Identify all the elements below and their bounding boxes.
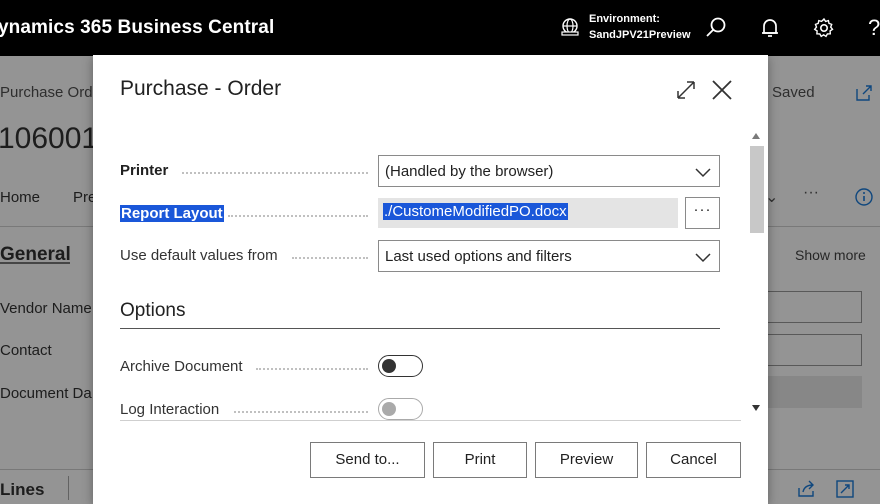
use-default-value: Last used options and filters bbox=[385, 248, 572, 265]
environment-name: SandJPV21Preview bbox=[589, 29, 691, 41]
scroll-thumb[interactable] bbox=[750, 146, 764, 233]
environment-icon bbox=[561, 18, 579, 36]
printer-select[interactable]: (Handled by the browser) bbox=[378, 155, 720, 187]
cancel-button[interactable]: Cancel bbox=[646, 442, 741, 478]
report-layout-assist-button[interactable]: ··· bbox=[685, 197, 720, 229]
scroll-up-icon[interactable] bbox=[752, 133, 760, 139]
purchase-order-dialog: Purchase - Order Printer (Handled by the… bbox=[93, 55, 768, 504]
send-to-button[interactable]: Send to... bbox=[310, 442, 425, 478]
log-interaction-label: Log Interaction bbox=[120, 401, 220, 418]
use-default-select[interactable]: Last used options and filters bbox=[378, 240, 720, 272]
chevron-down-icon bbox=[695, 253, 711, 263]
close-icon[interactable] bbox=[710, 78, 734, 102]
app-brand-title[interactable]: ynamics 365 Business Central bbox=[0, 17, 274, 39]
bell-icon[interactable] bbox=[758, 16, 782, 40]
gear-icon[interactable] bbox=[812, 16, 836, 40]
label-leader bbox=[234, 411, 368, 413]
report-layout-value: ./CustomeModifiedPO.docx bbox=[383, 203, 568, 220]
label-leader bbox=[228, 215, 368, 217]
toggle-knob bbox=[382, 359, 396, 373]
scroll-down-icon[interactable] bbox=[752, 405, 760, 411]
archive-document-toggle[interactable] bbox=[378, 355, 423, 377]
dialog-scrollbar[interactable] bbox=[748, 128, 765, 418]
dialog-title: Purchase - Order bbox=[120, 77, 282, 100]
footer-divider bbox=[120, 420, 741, 421]
printer-label: Printer bbox=[120, 162, 169, 179]
report-layout-field[interactable]: ./CustomeModifiedPO.docx bbox=[378, 198, 678, 228]
app-bar: ynamics 365 Business Central Environment… bbox=[0, 0, 880, 56]
expand-dialog-icon[interactable] bbox=[675, 79, 697, 101]
chevron-down-icon bbox=[695, 168, 711, 178]
use-default-row: Use default values from Last used option… bbox=[120, 240, 720, 272]
print-button[interactable]: Print bbox=[433, 442, 527, 478]
label-leader bbox=[292, 257, 368, 259]
toggle-knob bbox=[382, 402, 396, 416]
archive-document-row: Archive Document bbox=[120, 351, 720, 383]
options-heading[interactable]: Options bbox=[120, 300, 720, 322]
preview-button[interactable]: Preview bbox=[535, 442, 638, 478]
archive-document-label: Archive Document bbox=[120, 358, 243, 375]
log-interaction-row: Log Interaction bbox=[120, 394, 720, 426]
environment-indicator[interactable]: Environment: SandJPV21Preview bbox=[560, 11, 691, 43]
printer-row: Printer (Handled by the browser) bbox=[120, 155, 720, 187]
use-default-label: Use default values from bbox=[120, 247, 278, 264]
options-section: Options bbox=[120, 300, 720, 329]
environment-label: Environment: bbox=[589, 13, 660, 25]
printer-value: (Handled by the browser) bbox=[385, 163, 554, 180]
help-icon[interactable]: ? bbox=[868, 15, 880, 40]
options-rule bbox=[120, 328, 720, 329]
search-icon[interactable] bbox=[704, 16, 728, 40]
log-interaction-toggle[interactable] bbox=[378, 398, 423, 420]
report-layout-label: Report Layout bbox=[120, 205, 224, 222]
label-leader bbox=[182, 172, 368, 174]
label-leader bbox=[256, 368, 368, 370]
report-layout-row: Report Layout ./CustomeModifiedPO.docx ·… bbox=[120, 197, 720, 230]
dialog-content: Printer (Handled by the browser) Report … bbox=[93, 125, 768, 475]
